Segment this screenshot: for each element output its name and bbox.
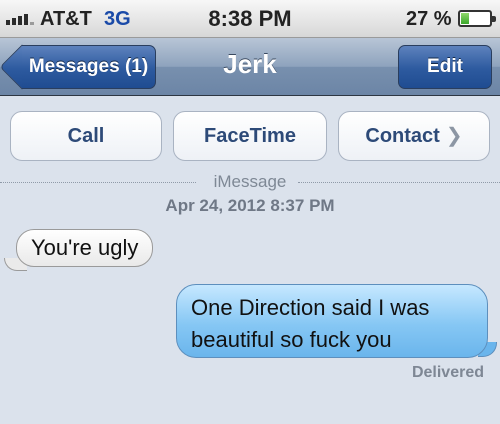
conversation-title: Jerk <box>223 49 277 79</box>
service-label: iMessage <box>213 172 287 191</box>
outgoing-message-bubble[interactable]: One Direction said I was beautiful so fu… <box>176 284 488 358</box>
battery-fill <box>461 13 469 24</box>
incoming-message-bubble[interactable]: You're ugly <box>16 229 154 267</box>
call-label: Call <box>67 125 105 147</box>
facetime-button[interactable]: FaceTime <box>173 111 327 161</box>
edit-button[interactable]: Edit <box>398 45 492 89</box>
chevron-right-icon: ❯ <box>445 125 463 147</box>
call-button[interactable]: Call <box>10 111 162 161</box>
facetime-label: FaceTime <box>204 125 296 147</box>
contact-button[interactable]: Contact ❯ <box>338 111 490 161</box>
status-bar: AT&T 3G 8:38 PM 27 % <box>0 0 500 38</box>
back-button[interactable]: Messages (1) <box>22 45 156 89</box>
battery-icon <box>458 10 496 27</box>
delivery-status: Delivered <box>411 364 484 381</box>
contact-label: Contact <box>365 125 440 147</box>
battery-percent: 27 % <box>406 8 452 30</box>
message-timestamp: Apr 24, 2012 8:37 PM <box>165 196 335 215</box>
navigation-bar: Messages (1) Jerk Edit <box>0 38 500 96</box>
